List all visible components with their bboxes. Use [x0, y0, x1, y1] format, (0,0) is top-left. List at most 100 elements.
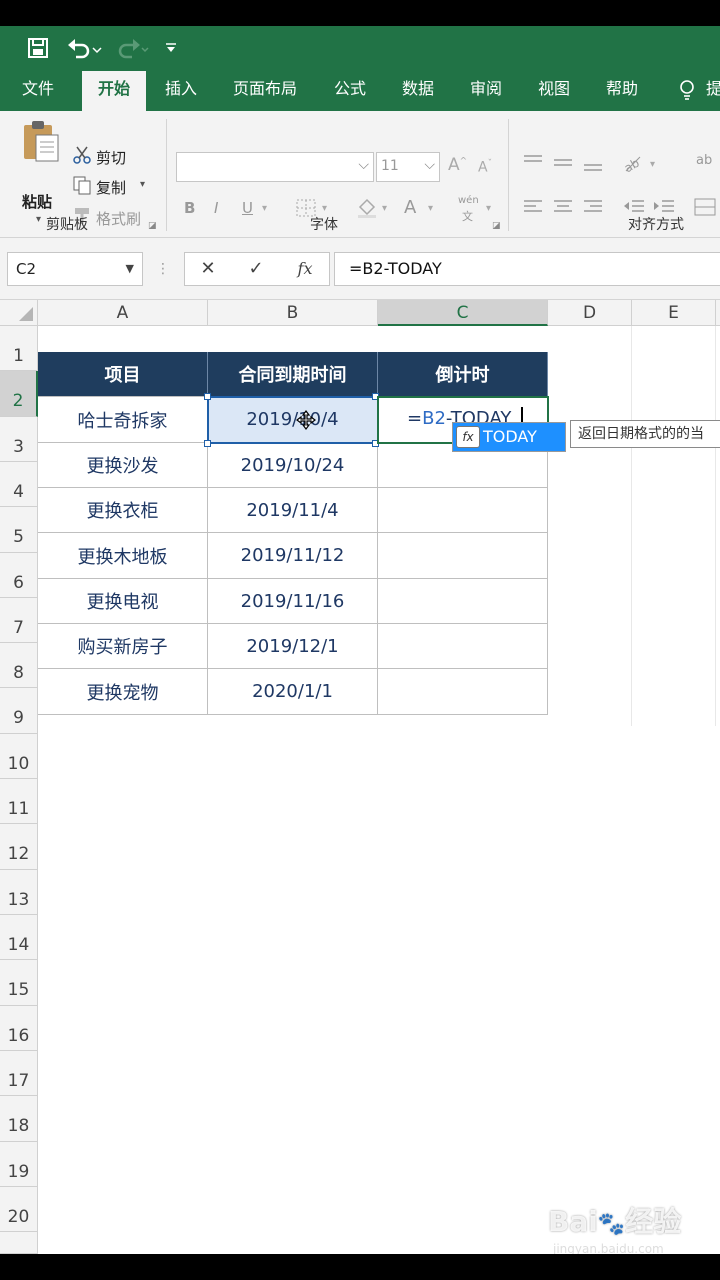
column-header-e[interactable]: E: [632, 300, 716, 326]
lightbulb-icon[interactable]: [672, 71, 702, 111]
cell-c1[interactable]: 倒计时: [378, 352, 548, 397]
align-bottom-icon[interactable]: [582, 153, 604, 177]
cancel-button[interactable]: ✕: [196, 252, 220, 286]
save-icon[interactable]: [24, 34, 52, 62]
resize-handle[interactable]: [204, 440, 211, 447]
tab-review[interactable]: 审阅: [458, 71, 514, 111]
customize-qat-icon[interactable]: [160, 34, 182, 62]
font-launcher-icon[interactable]: ◪: [492, 221, 501, 231]
increase-font-icon[interactable]: A^: [448, 155, 467, 175]
align-middle-icon[interactable]: [552, 153, 574, 177]
underline-button[interactable]: U: [242, 199, 253, 217]
tab-tell-me[interactable]: 提: [704, 71, 720, 111]
copy-dropdown-icon[interactable]: ▾: [140, 179, 145, 190]
merge-cells-icon[interactable]: [694, 197, 716, 221]
row-header-15[interactable]: 15: [0, 960, 38, 1006]
cell-b3[interactable]: 2019/10/24: [208, 443, 378, 488]
row-header-18[interactable]: 18: [0, 1096, 38, 1142]
border-dropdown-icon[interactable]: ▾: [322, 203, 327, 214]
undo-icon[interactable]: [64, 34, 104, 62]
row-header-19[interactable]: 19: [0, 1142, 38, 1187]
cell-b4[interactable]: 2019/11/4: [208, 488, 378, 533]
align-top-icon[interactable]: [522, 153, 544, 177]
row-header-12[interactable]: 12: [0, 824, 38, 870]
column-header-a[interactable]: A: [38, 300, 208, 326]
paste-dropdown-icon[interactable]: ▾: [36, 214, 41, 225]
italic-button[interactable]: I: [214, 199, 218, 217]
font-name-combo[interactable]: ⌵: [176, 152, 374, 182]
tab-home[interactable]: 开始: [82, 71, 146, 111]
row-header-1[interactable]: 1: [0, 326, 38, 371]
tab-data[interactable]: 数据: [390, 71, 446, 111]
wrap-text-button[interactable]: ab: [696, 153, 712, 168]
enter-button[interactable]: ✓: [244, 252, 268, 286]
row-header-5[interactable]: 5: [0, 507, 38, 553]
row-header-9[interactable]: 9: [0, 688, 38, 734]
orientation-icon[interactable]: ab: [622, 153, 648, 177]
row-header-6[interactable]: 6: [0, 553, 38, 598]
row-header-7[interactable]: 7: [0, 598, 38, 643]
row-header-4[interactable]: 4: [0, 462, 38, 507]
cell-b6[interactable]: 2019/11/16: [208, 579, 378, 624]
cell-a8[interactable]: 更换宠物: [38, 669, 208, 715]
decrease-font-icon[interactable]: Aˇ: [478, 159, 492, 176]
format-painter-button[interactable]: 格式刷: [96, 208, 141, 229]
cell-b8[interactable]: 2020/1/1: [208, 669, 378, 715]
cell-b5[interactable]: 2019/11/12: [208, 533, 378, 579]
underline-dropdown-icon[interactable]: ▾: [262, 203, 267, 214]
row-header-2[interactable]: 2: [0, 371, 38, 417]
name-box-dropdown-icon[interactable]: ▼: [126, 253, 134, 285]
row-header-17[interactable]: 17: [0, 1051, 38, 1096]
font-color-dropdown-icon[interactable]: ▾: [428, 203, 433, 214]
tab-formulas[interactable]: 公式: [322, 71, 378, 111]
row-header-8[interactable]: 8: [0, 643, 38, 688]
align-center-icon[interactable]: [552, 197, 574, 221]
orientation-dropdown-icon[interactable]: ▾: [650, 159, 655, 170]
cell-c4[interactable]: [378, 488, 548, 533]
cell-a4[interactable]: 更换衣柜: [38, 488, 208, 533]
cell-b7[interactable]: 2019/12/1: [208, 624, 378, 669]
tab-view[interactable]: 视图: [526, 71, 582, 111]
cell-b1[interactable]: 合同到期时间: [208, 352, 378, 397]
row-header-11[interactable]: 11: [0, 779, 38, 824]
autocomplete-item-today[interactable]: fx TODAY: [452, 422, 566, 452]
select-all-button[interactable]: [0, 300, 38, 326]
resize-handle[interactable]: [204, 393, 211, 400]
cell-a1[interactable]: 项目: [38, 352, 208, 397]
row-header-16[interactable]: 16: [0, 1006, 38, 1051]
align-right-icon[interactable]: [582, 197, 604, 221]
clipboard-launcher-icon[interactable]: ◪: [148, 221, 157, 231]
paste-icon[interactable]: [20, 119, 60, 163]
cell-c7[interactable]: [378, 624, 548, 669]
tab-page-layout[interactable]: 页面布局: [222, 71, 308, 111]
font-size-combo[interactable]: 11 ⌵: [376, 152, 440, 182]
copy-button[interactable]: 复制: [96, 177, 126, 198]
column-header-c[interactable]: C: [378, 300, 548, 326]
tab-help[interactable]: 帮助: [594, 71, 650, 111]
cell-c5[interactable]: [378, 533, 548, 579]
cell-c8[interactable]: [378, 669, 548, 715]
cell-a2[interactable]: 哈士奇拆家: [38, 397, 208, 443]
row-header-21[interactable]: [0, 1232, 38, 1254]
cut-button[interactable]: 剪切: [96, 147, 126, 168]
paste-button[interactable]: 粘贴: [22, 191, 52, 212]
name-box[interactable]: C2 ▼: [7, 252, 143, 286]
cell-a6[interactable]: 更换电视: [38, 579, 208, 624]
redo-icon[interactable]: [112, 34, 152, 62]
insert-function-button[interactable]: fx: [292, 252, 318, 286]
phonetic-button[interactable]: wén: [458, 195, 479, 206]
bold-button[interactable]: B: [184, 199, 195, 217]
row-header-3[interactable]: 3: [0, 417, 38, 462]
cell-c6[interactable]: [378, 579, 548, 624]
column-header-f[interactable]: [716, 300, 720, 326]
phonetic-dropdown-icon[interactable]: ▾: [486, 203, 491, 214]
column-header-b[interactable]: B: [208, 300, 378, 326]
column-header-d[interactable]: D: [548, 300, 632, 326]
formula-input[interactable]: =B2-TODAY: [334, 252, 720, 286]
cell-a3[interactable]: 更换沙发: [38, 443, 208, 488]
fill-color-dropdown-icon[interactable]: ▾: [382, 203, 387, 214]
tab-file[interactable]: 文件: [10, 71, 66, 111]
row-header-10[interactable]: 10: [0, 734, 38, 779]
cell-a5[interactable]: 更换木地板: [38, 533, 208, 579]
font-color-button[interactable]: A: [404, 197, 416, 218]
